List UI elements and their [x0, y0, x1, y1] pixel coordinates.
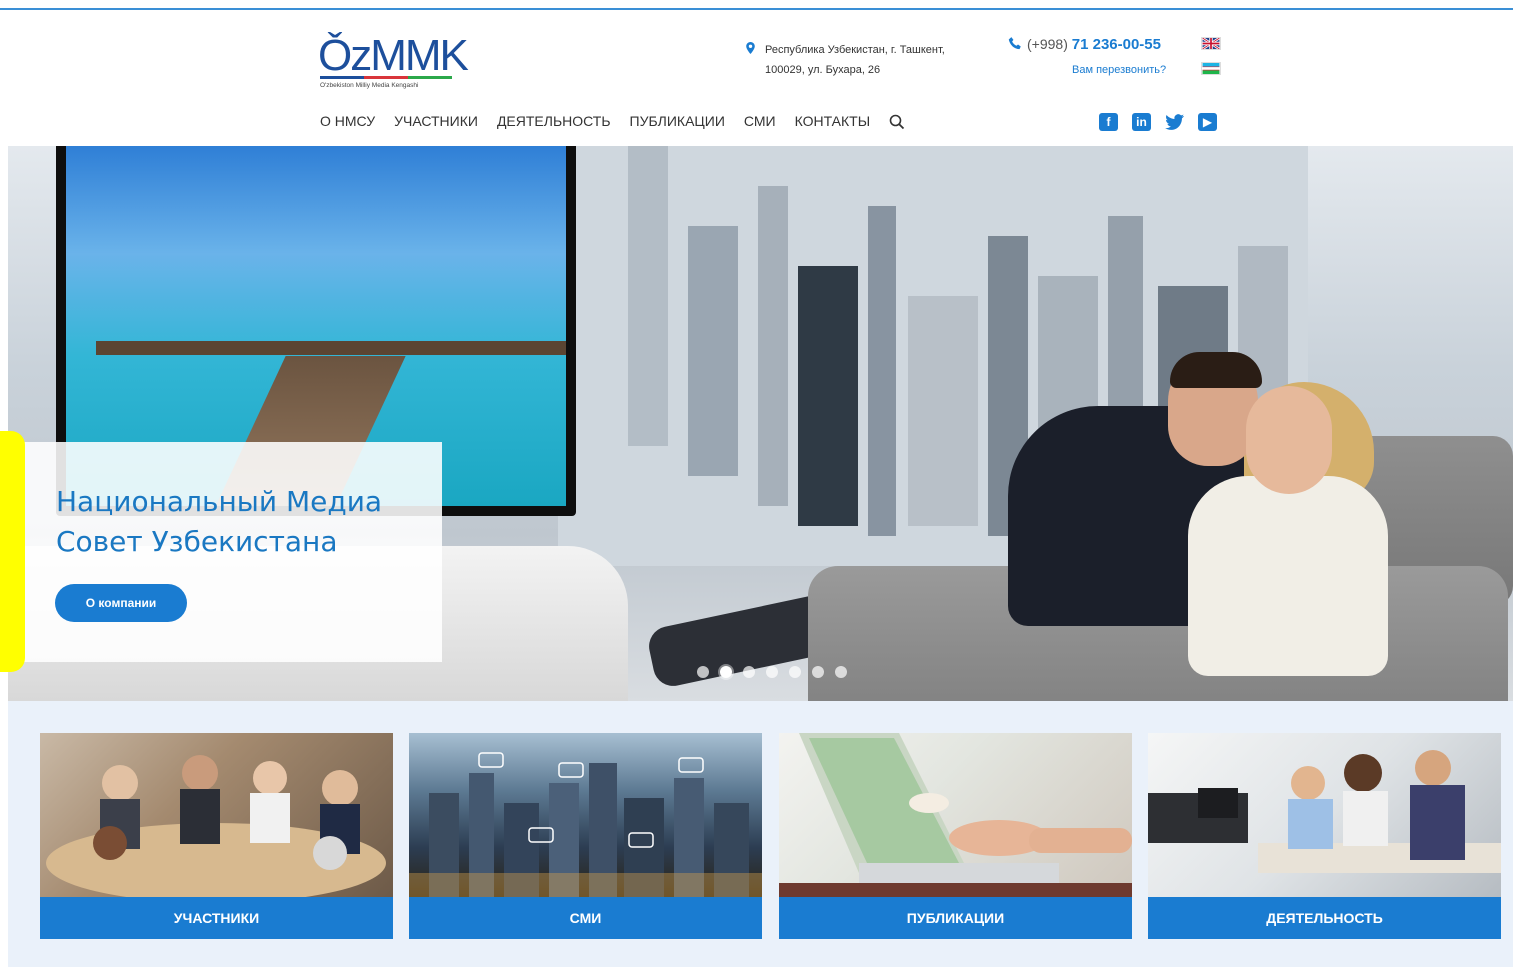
phone-icon: [1008, 37, 1021, 50]
social-links: f in ▶: [1099, 113, 1217, 131]
hero-title: Национальный Медиа Совет Узбекистана: [56, 485, 383, 558]
uzbekistan-flag-icon[interactable]: [1201, 62, 1221, 75]
facebook-icon[interactable]: f: [1099, 113, 1118, 131]
slider-dots: [697, 666, 847, 678]
laptop-photo: [779, 733, 1132, 897]
phone-prefix: (+998): [1027, 36, 1068, 52]
slider-dot[interactable]: [835, 666, 847, 678]
slider-dot-active[interactable]: [720, 666, 732, 678]
card-publications-label: ПУБЛИКАЦИИ: [779, 897, 1132, 939]
slider-dot[interactable]: [766, 666, 778, 678]
logo[interactable]: ǑzMMK O'zbekiston Milliy Media Kengashi: [318, 31, 469, 94]
woman-image: [1188, 476, 1388, 676]
main-nav: О НМСУ УЧАСТНИКИ ДЕЯТЕЛЬНОСТЬ ПУБЛИКАЦИИ…: [320, 113, 905, 130]
twitter-icon[interactable]: [1165, 113, 1184, 131]
about-company-button[interactable]: О компании: [55, 584, 187, 622]
card-members[interactable]: УЧАСТНИКИ: [40, 733, 393, 939]
slider-dot[interactable]: [789, 666, 801, 678]
nav-item-members[interactable]: УЧАСТНИКИ: [394, 113, 478, 130]
card-activity[interactable]: ДЕЯТЕЛЬНОСТЬ: [1148, 733, 1501, 939]
callback-link[interactable]: Вам перезвонить?: [1072, 64, 1166, 76]
office-photo: [1148, 733, 1501, 897]
slider-dot[interactable]: [812, 666, 824, 678]
phone-block[interactable]: (+998) 71 236-00-55: [1008, 36, 1161, 53]
meeting-photo: [40, 733, 393, 897]
nav-item-media[interactable]: СМИ: [744, 113, 776, 130]
phone-number[interactable]: 71 236-00-55: [1072, 36, 1161, 53]
card-publications[interactable]: ПУБЛИКАЦИИ: [779, 733, 1132, 939]
nav-item-contacts[interactable]: КОНТАКТЫ: [795, 113, 871, 130]
language-switcher: [1201, 36, 1221, 87]
nav-item-about[interactable]: О НМСУ: [320, 113, 375, 130]
top-accent-line: [0, 8, 1513, 10]
youtube-icon[interactable]: ▶: [1198, 113, 1217, 131]
logo-color-bar: [320, 76, 452, 79]
logo-mark: ǑzMMK: [318, 31, 469, 80]
address-block: Республика Узбекистан, г. Ташкент, 10002…: [746, 40, 945, 80]
card-members-label: УЧАСТНИКИ: [40, 897, 393, 939]
location-pin-icon: [746, 42, 755, 54]
card-media-label: СМИ: [409, 897, 762, 939]
hero-caption-card: Национальный Медиа Совет Узбекистана О к…: [8, 442, 442, 662]
linkedin-icon[interactable]: in: [1132, 113, 1151, 131]
logo-subtitle: O'zbekiston Milliy Media Kengashi: [320, 82, 419, 89]
nav-item-publications[interactable]: ПУБЛИКАЦИИ: [630, 113, 725, 130]
city-chat-photo: [409, 733, 762, 897]
search-icon[interactable]: [889, 114, 905, 130]
slider-dot[interactable]: [697, 666, 709, 678]
address-line-1: Республика Узбекистан, г. Ташкент,: [765, 44, 945, 56]
slider-dot[interactable]: [743, 666, 755, 678]
highlight-tab: [0, 431, 25, 672]
card-media[interactable]: СМИ: [409, 733, 762, 939]
nav-item-activity[interactable]: ДЕЯТЕЛЬНОСТЬ: [497, 113, 611, 130]
uk-flag-icon[interactable]: [1201, 36, 1221, 51]
card-activity-label: ДЕЯТЕЛЬНОСТЬ: [1148, 897, 1501, 939]
address-line-2: 100029, ул. Бухара, 26: [765, 64, 881, 76]
